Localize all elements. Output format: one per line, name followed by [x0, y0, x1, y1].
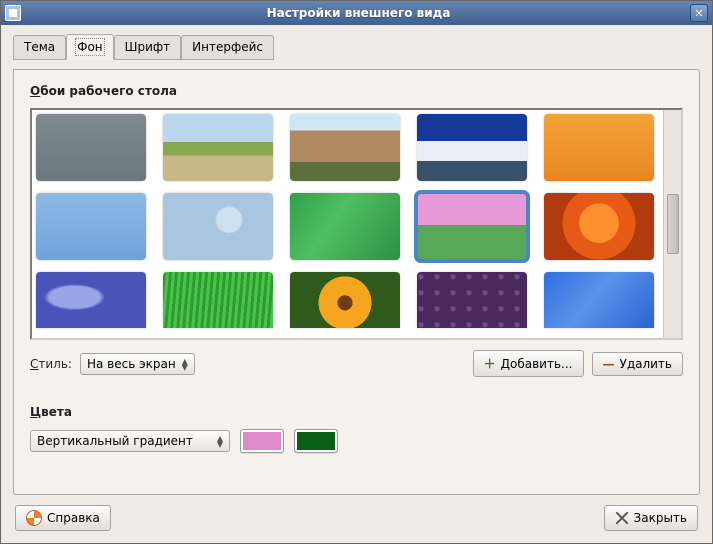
- style-combo[interactable]: На весь экран ▴▾: [80, 353, 195, 375]
- tab-panel-background: Обои рабочего стола Стиль: На весь экран…: [13, 69, 700, 495]
- wallpaper-thumb[interactable]: [544, 272, 654, 328]
- help-button[interactable]: Справка: [15, 505, 111, 531]
- color-swatch-1[interactable]: [240, 429, 284, 453]
- updown-icon: ▴▾: [217, 435, 223, 447]
- wallpaper-thumb[interactable]: [290, 193, 400, 260]
- help-button-label: Справка: [47, 511, 100, 525]
- tab-theme[interactable]: Тема: [13, 35, 66, 60]
- dialog-footer: Справка Закрыть: [13, 505, 700, 531]
- wallpaper-thumb[interactable]: [544, 114, 654, 181]
- wallpaper-grid: [36, 114, 659, 328]
- wallpaper-scrollbar[interactable]: [663, 110, 681, 338]
- color-swatch-2[interactable]: [294, 429, 338, 453]
- wallpaper-thumb[interactable]: [417, 272, 527, 328]
- remove-button[interactable]: — Удалить: [592, 352, 684, 376]
- gradient-combo-value: Вертикальный градиент: [37, 434, 193, 448]
- window-close-button[interactable]: ✕: [690, 4, 708, 22]
- wallpaper-thumb[interactable]: [290, 114, 400, 181]
- wallpaper-thumb[interactable]: [544, 193, 654, 260]
- wallpaper-scroll: [32, 110, 663, 338]
- titlebar: Настройки внешнего вида ✕: [1, 1, 712, 25]
- window-title: Настройки внешнего вида: [27, 6, 690, 20]
- style-row: Стиль: На весь экран ▴▾ ＋ Добавить... — …: [30, 350, 683, 377]
- updown-icon: ▴▾: [182, 358, 188, 370]
- wallpaper-thumb[interactable]: [163, 114, 273, 181]
- wallpaper-thumb[interactable]: [290, 272, 400, 328]
- wallpaper-thumb[interactable]: [417, 193, 527, 260]
- wallpaper-list-frame: [30, 108, 683, 340]
- appearance-preferences-window: Настройки внешнего вида ✕ Тема Фон Шрифт…: [0, 0, 713, 544]
- app-icon: [5, 5, 21, 21]
- close-button-label: Закрыть: [634, 511, 687, 525]
- tabs: Тема Фон Шрифт Интерфейс: [13, 35, 700, 60]
- close-icon: [615, 511, 629, 525]
- style-combo-value: На весь экран: [87, 357, 176, 371]
- add-button[interactable]: ＋ Добавить...: [473, 350, 584, 377]
- wallpaper-thumb[interactable]: [417, 114, 527, 181]
- close-button[interactable]: Закрыть: [604, 505, 698, 531]
- wallpapers-section-label: Обои рабочего стола: [30, 84, 683, 98]
- gradient-combo[interactable]: Вертикальный градиент ▴▾: [30, 430, 230, 452]
- wallpaper-thumb[interactable]: [163, 193, 273, 260]
- wallpaper-thumb[interactable]: [163, 272, 273, 328]
- colors-row: Вертикальный градиент ▴▾: [30, 429, 683, 453]
- content-area: Тема Фон Шрифт Интерфейс Обои рабочего с…: [1, 25, 712, 543]
- tab-background[interactable]: Фон: [66, 34, 114, 60]
- help-icon: [26, 510, 42, 526]
- remove-button-label: Удалить: [620, 357, 673, 371]
- wallpaper-thumb[interactable]: [36, 272, 146, 328]
- tab-interface[interactable]: Интерфейс: [181, 35, 274, 60]
- scrollbar-thumb[interactable]: [667, 194, 679, 254]
- wallpaper-thumb[interactable]: [36, 114, 146, 181]
- remove-icon: —: [603, 357, 615, 371]
- add-icon: ＋: [484, 355, 496, 372]
- add-button-label: Добавить...: [501, 357, 573, 371]
- tab-font[interactable]: Шрифт: [114, 35, 182, 60]
- style-label: Стиль:: [30, 357, 72, 371]
- wallpaper-thumb[interactable]: [36, 193, 146, 260]
- colors-section-label: Цвета: [30, 405, 683, 419]
